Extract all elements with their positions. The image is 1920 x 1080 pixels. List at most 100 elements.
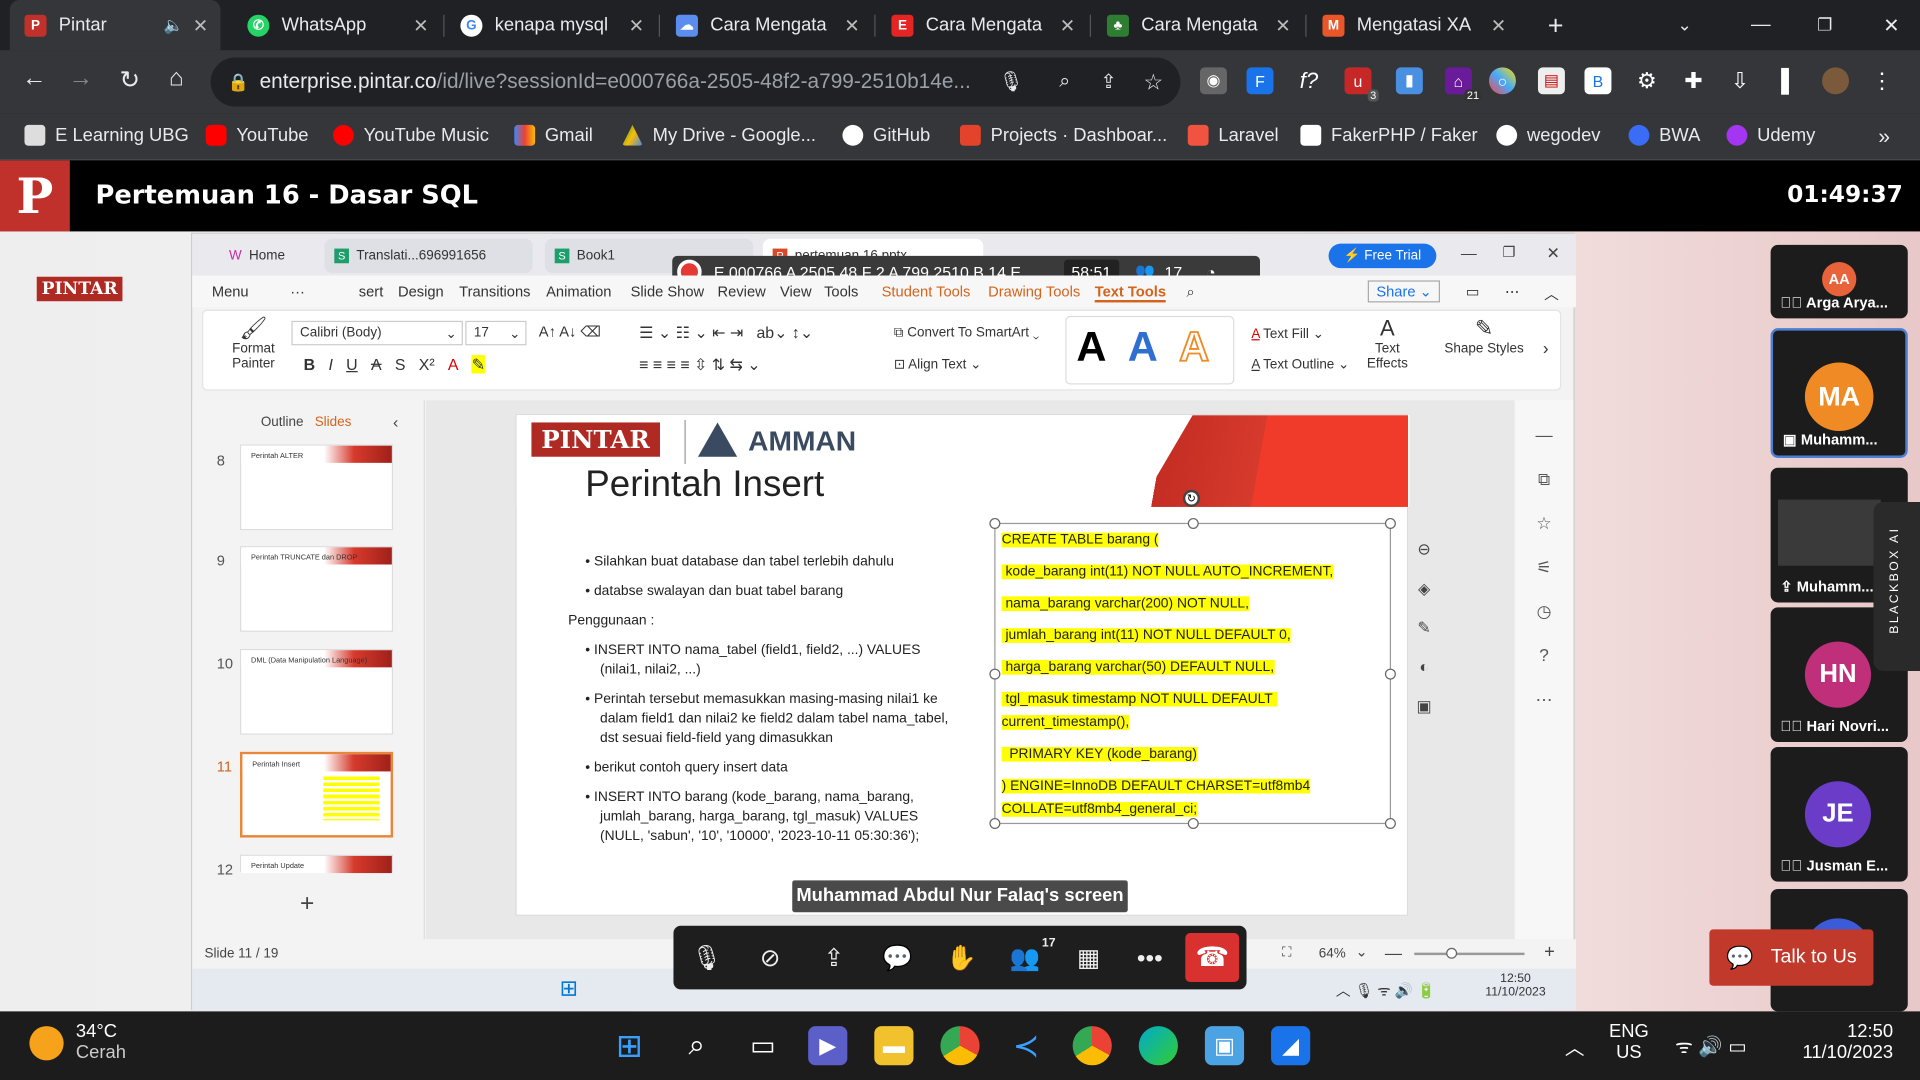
reload-icon[interactable]: ↻ [113,65,147,96]
text-style-outline[interactable]: A [1178,324,1210,372]
bookmark-item[interactable]: Udemy [1726,124,1815,146]
fit-icon[interactable]: ⛶ [1282,945,1291,961]
layers-icon[interactable]: ◈ [1413,569,1435,608]
tab-search-icon[interactable]: ⌄ [1663,0,1692,50]
rotate-handle-icon[interactable]: ↻ [1182,489,1201,507]
bookmark-item[interactable]: My Drive - Google... [622,124,816,146]
weather-widget[interactable]: 34°C Cerah [76,1021,126,1063]
tab-cara-1[interactable]: ☁ Cara Mengata ✕ [661,0,872,50]
vscode-icon[interactable]: ≺ [1007,1026,1046,1065]
close-icon[interactable]: ✕ [1491,14,1506,36]
shape-styles-button[interactable]: ✎ Shape Styles [1435,316,1533,356]
slide-title[interactable]: Perintah Insert [585,464,824,506]
bookmark-item[interactable]: Projects · Dashboar... [960,124,1167,146]
bookmark-item[interactable]: YouTube [205,124,309,146]
gear-icon[interactable]: ⚙ [1633,67,1660,94]
mic-off-icon[interactable]: 🎙 [688,940,725,977]
wps-tab-home[interactable]: W Home [219,239,317,273]
speaker-icon[interactable]: 🔈 [164,15,184,35]
home-icon[interactable]: ⌂ [159,65,193,93]
minus-circle-icon[interactable]: ⊖ [1413,530,1435,569]
blackbox-ai-tab[interactable]: BLACKBOX AI [1873,502,1920,672]
format-painter-button[interactable]: 🖌 Format Painter [218,316,289,371]
search-icon[interactable]: ⌕ [1187,283,1195,301]
font-size-select[interactable]: 17 ⌄ [465,320,527,346]
extension-badge-icon[interactable]: u3 [1344,67,1379,102]
hang-up-button[interactable]: ☎ [1185,933,1240,983]
network-volume-battery-icons[interactable]: ᯤ 🔊 ▭ [1675,1032,1747,1059]
more-icon[interactable]: ··· [290,283,305,300]
extension-icon[interactable]: F [1246,67,1274,95]
copy-icon[interactable]: ⧉ [1532,457,1556,501]
bookmark-star-icon[interactable]: ☆ [1144,69,1164,95]
taskview-icon[interactable]: ▭ [743,1026,782,1065]
share-icon[interactable]: ⇪ [1100,70,1116,94]
chat-icon[interactable]: 💬 [879,940,916,977]
menu-item[interactable]: Drawing Tools [988,283,1080,300]
zoom-icon[interactable]: ⌕ [1059,71,1070,93]
share-screen-icon[interactable]: ⇪ [816,940,853,977]
tab-slides[interactable]: Slides [315,415,352,430]
teams-icon[interactable]: ▶ [808,1026,848,1066]
chevron-right-icon[interactable]: › [1543,338,1549,358]
grid-icon[interactable]: ▦ [1070,940,1107,977]
resize-handle[interactable] [1384,817,1396,829]
participant-tile[interactable]: AA 🎙⃠ Arga Arya... [1770,244,1908,319]
convert-smartart-button[interactable]: ⧉ Convert To SmartArt ⌄ [894,326,1039,342]
resize-handle[interactable] [989,517,1001,529]
font-select[interactable]: Calibri (Body) ⌄ [291,320,463,346]
puzzle-icon[interactable]: ✚ [1680,67,1707,94]
extension-icon[interactable]: B [1584,67,1612,95]
bookmark-item[interactable]: Gmail [514,124,593,146]
bookmarks-overflow-icon[interactable]: » [1878,125,1890,149]
raise-hand-icon[interactable]: ✋ [943,940,980,977]
text-style-gallery[interactable]: A A A [1065,315,1235,385]
minimize-icon[interactable]: — [1736,0,1771,50]
menu-item[interactable]: Transitions [459,283,530,300]
slide-thumbnail[interactable]: Perintah Update [240,854,394,874]
menu-item-active[interactable]: Text Tools [1094,283,1167,303]
zoom-out-icon[interactable]: — [1385,943,1402,963]
bookmark-item[interactable]: FakerPHP / Faker [1300,124,1478,146]
chrome-icon[interactable] [940,1026,980,1066]
bookmark-item[interactable]: GitHub [842,124,930,146]
slide-thumbnail[interactable]: Perintah ALTER [240,444,394,531]
frame-icon[interactable]: ▣ [1413,687,1435,726]
zoom-in-icon[interactable]: + [1544,942,1555,963]
pen-icon[interactable]: ✎ [1413,609,1435,648]
collapse-ribbon-icon[interactable]: ︿ [1544,283,1559,304]
tab-whatsapp[interactable]: ✆ WhatsApp ✕ [233,0,441,50]
resize-handle[interactable] [1384,668,1396,680]
wps-tab-translation[interactable]: S Translati...696991656 [324,238,533,274]
sidepanel-icon[interactable]: ▌ [1776,67,1803,94]
close-icon[interactable]: ✕ [413,14,428,36]
avatar[interactable] [1822,67,1849,95]
menu-item[interactable]: Slide Show [631,283,705,300]
extension-icon[interactable]: ▤ [1537,67,1565,95]
share-button[interactable]: Share ⌄ [1367,280,1441,303]
photos-icon[interactable]: ◢ [1271,1026,1311,1066]
extension-badge-icon[interactable]: ⌂ 21 [1444,67,1482,102]
more-icon[interactable]: ⋯ [1532,677,1556,721]
free-trial-button[interactable]: ⚡ Free Trial [1328,243,1437,269]
tab-pintar[interactable]: P Pintar 🔈 ✕ [9,0,221,51]
tab-outline[interactable]: Outline [261,415,304,430]
participants-icon[interactable]: 👥 17 [1007,937,1056,977]
minus-icon[interactable]: — [1532,413,1556,457]
resize-handle[interactable] [989,817,1001,829]
comment-icon[interactable]: ▭ [1466,283,1480,300]
window-close-icon[interactable]: ✕ [1547,244,1560,264]
slide-thumbnail[interactable]: Perintah TRUNCATE dan DROP [240,546,394,632]
close-icon[interactable]: ✕ [629,14,644,36]
language-indicator[interactable]: ENG US [1609,1021,1649,1063]
camera-off-icon[interactable]: ⊘ [752,940,789,977]
participant-tile[interactable]: JE 🎙⃠ Jusman E... [1770,746,1908,882]
edge-icon[interactable] [1138,1026,1178,1066]
remote-desktop-icon[interactable]: ▣ [1204,1026,1245,1066]
search-icon[interactable]: ⌕ [677,1026,716,1065]
align-text-button[interactable]: ⊡ Align Text ⌄ [894,356,981,373]
tab-google[interactable]: G kenapa mysql ✕ [446,0,657,50]
resize-handle[interactable] [1384,517,1396,529]
close-icon[interactable]: ✕ [193,14,208,36]
star-icon[interactable]: ☆ [1532,501,1556,545]
